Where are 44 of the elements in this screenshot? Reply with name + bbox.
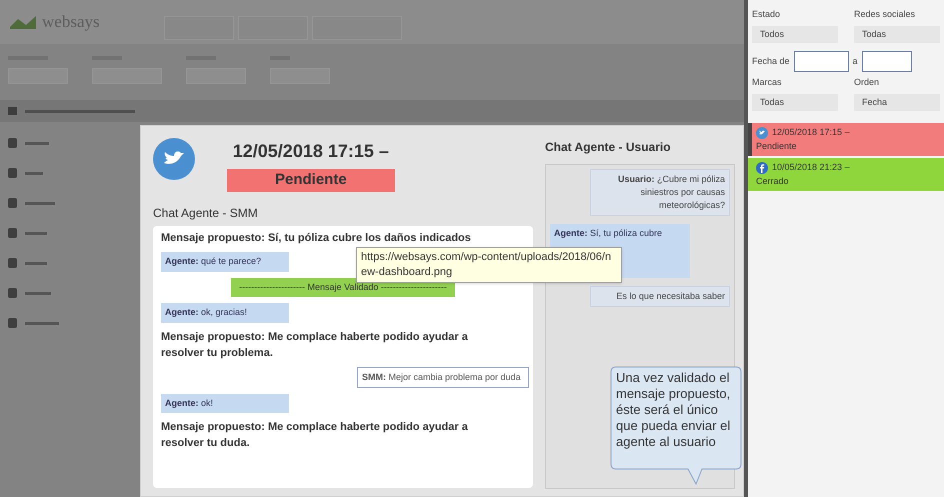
conversation-date: 12/05/2018 17:15 – <box>772 126 850 139</box>
agent-message: Agente: ok, gracias! <box>161 303 289 322</box>
menu-item[interactable] <box>25 232 47 234</box>
select-field[interactable]: Todas <box>854 26 940 43</box>
menu-item[interactable] <box>25 322 59 324</box>
menu-item[interactable] <box>25 142 49 144</box>
conversation-item[interactable]: 10/05/2018 21:23 – Cerrado <box>748 158 944 191</box>
select-field[interactable]: Fecha <box>854 94 940 111</box>
chat-title: Chat Agente - Usuario <box>545 139 672 156</box>
filter-label: Orden <box>854 76 880 89</box>
facebook-icon <box>756 162 768 174</box>
filter-label: a <box>852 54 858 68</box>
menu-item[interactable] <box>25 262 47 264</box>
date-field[interactable] <box>794 51 849 72</box>
filter-label: Fecha de <box>752 54 790 68</box>
agent-message: Agente: qué te parece? <box>161 252 289 272</box>
menu-item[interactable] <box>25 202 55 204</box>
bird-icon <box>153 138 195 180</box>
proposed-message: Mensaje propuesto: Me complace haberte podido ayudar a resolver tu duda. <box>161 420 469 451</box>
select-field[interactable]: Todas <box>752 94 838 111</box>
menu-item[interactable] <box>25 292 51 294</box>
conversation-item[interactable]: 12/05/2018 17:15 – Pendiente <box>748 123 944 156</box>
status-badge: Pendiente <box>227 169 395 192</box>
filter-label: Marcas <box>752 76 783 89</box>
conversation-status: Cerrado <box>756 174 790 188</box>
select-field[interactable]: Todos <box>752 26 838 43</box>
tooltip: https://websays.com/wp-content/uploads/2018/06/new-dashboard.png <box>356 247 622 283</box>
conversation-date: 12/05/2018 17:15 – <box>232 140 389 163</box>
agent-message: Agente: ok! <box>161 394 289 413</box>
user-message: Usuario: ¿Cubre mi póliza siniestros por causas meteorológicas? <box>590 169 730 216</box>
smm-message: SMM: Mejor cambia problema por duda <box>357 366 529 388</box>
proposed-message: Mensaje propuesto: Me complace haberte podido ayudar a resolver tu problema. <box>161 330 469 360</box>
user-message: Es lo que necesitaba saber <box>590 286 730 307</box>
filter-label: Estado <box>752 8 782 21</box>
bird-icon <box>756 126 768 139</box>
conversation-date: 10/05/2018 21:23 – <box>772 161 850 174</box>
date-field[interactable] <box>862 51 912 72</box>
conversation-status: Pendiente <box>756 140 798 152</box>
filter-label: Redes sociales <box>854 8 916 21</box>
logo-icon <box>8 13 38 31</box>
chat-title: Chat Agente - SMM <box>153 205 259 222</box>
menu-item[interactable] <box>25 172 43 174</box>
proposed-message: Mensaje propuesto: Sí, tu póliza cubre los daños indicados <box>161 231 472 246</box>
callout: Una vez validado el mensaje propuesto, éste será el único que pueda enviar el agente al usuario <box>610 366 742 486</box>
